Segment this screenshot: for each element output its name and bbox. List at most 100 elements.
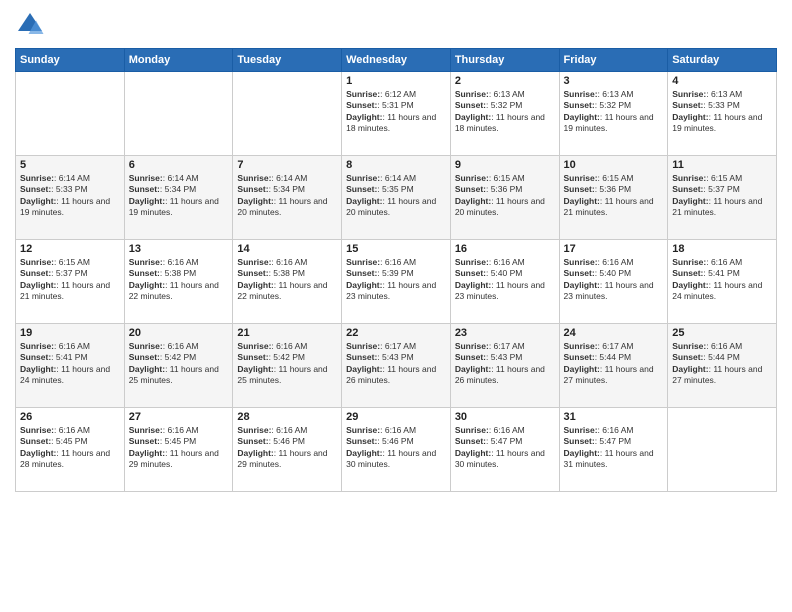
day-number: 22 bbox=[346, 327, 446, 339]
cell-line: Daylight:: 11 hours and 30 minutes. bbox=[455, 448, 545, 469]
cell-line: Sunrise:: 6:15 AM bbox=[564, 173, 634, 183]
cell-line: Sunrise:: 6:16 AM bbox=[20, 341, 90, 351]
cell-text: Sunrise:: 6:16 AMSunset:: 5:46 PMDayligh… bbox=[346, 425, 446, 471]
day-number: 13 bbox=[129, 243, 229, 255]
cell-line: Daylight:: 11 hours and 25 minutes. bbox=[129, 364, 219, 385]
cell-line: Sunset:: 5:33 PM bbox=[20, 184, 88, 194]
cell-line: Sunrise:: 6:16 AM bbox=[346, 257, 416, 267]
cell-line: Sunset:: 5:40 PM bbox=[455, 268, 523, 278]
cell-line: Sunset:: 5:45 PM bbox=[20, 436, 88, 446]
cell-text: Sunrise:: 6:14 AMSunset:: 5:34 PMDayligh… bbox=[237, 173, 337, 219]
day-number: 18 bbox=[672, 243, 772, 255]
day-number: 20 bbox=[129, 327, 229, 339]
cell-line: Sunrise:: 6:16 AM bbox=[237, 257, 307, 267]
cell-text: Sunrise:: 6:13 AMSunset:: 5:33 PMDayligh… bbox=[672, 89, 772, 135]
calendar-cell: 6Sunrise:: 6:14 AMSunset:: 5:34 PMDaylig… bbox=[124, 156, 233, 240]
calendar-cell: 22Sunrise:: 6:17 AMSunset:: 5:43 PMDayli… bbox=[342, 324, 451, 408]
cell-line: Sunset:: 5:45 PM bbox=[129, 436, 197, 446]
calendar-cell: 7Sunrise:: 6:14 AMSunset:: 5:34 PMDaylig… bbox=[233, 156, 342, 240]
cell-line: Sunset:: 5:36 PM bbox=[455, 184, 523, 194]
calendar-cell: 16Sunrise:: 6:16 AMSunset:: 5:40 PMDayli… bbox=[450, 240, 559, 324]
day-header-tuesday: Tuesday bbox=[233, 49, 342, 72]
day-number: 28 bbox=[237, 411, 337, 423]
calendar-cell: 17Sunrise:: 6:16 AMSunset:: 5:40 PMDayli… bbox=[559, 240, 668, 324]
page: SundayMondayTuesdayWednesdayThursdayFrid… bbox=[0, 0, 792, 612]
cell-text: Sunrise:: 6:14 AMSunset:: 5:35 PMDayligh… bbox=[346, 173, 446, 219]
week-row-4: 26Sunrise:: 6:16 AMSunset:: 5:45 PMDayli… bbox=[16, 408, 777, 492]
week-row-3: 19Sunrise:: 6:16 AMSunset:: 5:41 PMDayli… bbox=[16, 324, 777, 408]
cell-text: Sunrise:: 6:16 AMSunset:: 5:38 PMDayligh… bbox=[129, 257, 229, 303]
calendar-body: 1Sunrise:: 6:12 AMSunset:: 5:31 PMDaylig… bbox=[16, 72, 777, 492]
cell-line: Sunrise:: 6:16 AM bbox=[237, 341, 307, 351]
cell-text: Sunrise:: 6:14 AMSunset:: 5:34 PMDayligh… bbox=[129, 173, 229, 219]
calendar-cell: 11Sunrise:: 6:15 AMSunset:: 5:37 PMDayli… bbox=[668, 156, 777, 240]
cell-text: Sunrise:: 6:16 AMSunset:: 5:47 PMDayligh… bbox=[564, 425, 664, 471]
cell-line: Daylight:: 11 hours and 25 minutes. bbox=[237, 364, 327, 385]
cell-line: Sunrise:: 6:14 AM bbox=[20, 173, 90, 183]
cell-line: Daylight:: 11 hours and 19 minutes. bbox=[20, 196, 110, 217]
day-header-thursday: Thursday bbox=[450, 49, 559, 72]
day-number: 27 bbox=[129, 411, 229, 423]
cell-line: Sunrise:: 6:15 AM bbox=[672, 173, 742, 183]
cell-line: Sunset:: 5:34 PM bbox=[237, 184, 305, 194]
day-number: 21 bbox=[237, 327, 337, 339]
day-number: 23 bbox=[455, 327, 555, 339]
week-row-0: 1Sunrise:: 6:12 AMSunset:: 5:31 PMDaylig… bbox=[16, 72, 777, 156]
cell-line: Daylight:: 11 hours and 28 minutes. bbox=[20, 448, 110, 469]
cell-line: Sunset:: 5:44 PM bbox=[672, 352, 740, 362]
day-number: 16 bbox=[455, 243, 555, 255]
calendar-cell: 3Sunrise:: 6:13 AMSunset:: 5:32 PMDaylig… bbox=[559, 72, 668, 156]
cell-line: Sunset:: 5:40 PM bbox=[564, 268, 632, 278]
calendar-cell: 4Sunrise:: 6:13 AMSunset:: 5:33 PMDaylig… bbox=[668, 72, 777, 156]
cell-line: Daylight:: 11 hours and 30 minutes. bbox=[346, 448, 436, 469]
calendar-cell: 15Sunrise:: 6:16 AMSunset:: 5:39 PMDayli… bbox=[342, 240, 451, 324]
day-number: 17 bbox=[564, 243, 664, 255]
cell-line: Sunset:: 5:35 PM bbox=[346, 184, 414, 194]
calendar-cell: 23Sunrise:: 6:17 AMSunset:: 5:43 PMDayli… bbox=[450, 324, 559, 408]
day-number: 10 bbox=[564, 159, 664, 171]
cell-text: Sunrise:: 6:16 AMSunset:: 5:41 PMDayligh… bbox=[20, 341, 120, 387]
cell-text: Sunrise:: 6:16 AMSunset:: 5:41 PMDayligh… bbox=[672, 257, 772, 303]
day-header-monday: Monday bbox=[124, 49, 233, 72]
cell-line: Sunrise:: 6:14 AM bbox=[129, 173, 199, 183]
day-number: 5 bbox=[20, 159, 120, 171]
day-number: 25 bbox=[672, 327, 772, 339]
cell-line: Sunset:: 5:36 PM bbox=[564, 184, 632, 194]
cell-line: Sunrise:: 6:16 AM bbox=[129, 257, 199, 267]
cell-line: Daylight:: 11 hours and 22 minutes. bbox=[237, 280, 327, 301]
cell-line: Sunrise:: 6:16 AM bbox=[455, 257, 525, 267]
cell-line: Sunset:: 5:46 PM bbox=[346, 436, 414, 446]
calendar-cell: 8Sunrise:: 6:14 AMSunset:: 5:35 PMDaylig… bbox=[342, 156, 451, 240]
cell-line: Sunrise:: 6:16 AM bbox=[129, 425, 199, 435]
day-number: 2 bbox=[455, 75, 555, 87]
cell-line: Sunrise:: 6:16 AM bbox=[20, 425, 90, 435]
day-number: 19 bbox=[20, 327, 120, 339]
cell-text: Sunrise:: 6:16 AMSunset:: 5:45 PMDayligh… bbox=[20, 425, 120, 471]
calendar-cell bbox=[668, 408, 777, 492]
cell-line: Daylight:: 11 hours and 19 minutes. bbox=[129, 196, 219, 217]
day-number: 24 bbox=[564, 327, 664, 339]
cell-line: Daylight:: 11 hours and 26 minutes. bbox=[455, 364, 545, 385]
cell-text: Sunrise:: 6:16 AMSunset:: 5:45 PMDayligh… bbox=[129, 425, 229, 471]
header bbox=[15, 10, 777, 40]
cell-line: Sunrise:: 6:16 AM bbox=[672, 257, 742, 267]
cell-line: Sunset:: 5:46 PM bbox=[237, 436, 305, 446]
cell-line: Daylight:: 11 hours and 27 minutes. bbox=[672, 364, 762, 385]
cell-text: Sunrise:: 6:13 AMSunset:: 5:32 PMDayligh… bbox=[455, 89, 555, 135]
day-header-wednesday: Wednesday bbox=[342, 49, 451, 72]
cell-line: Daylight:: 11 hours and 24 minutes. bbox=[672, 280, 762, 301]
calendar-cell: 28Sunrise:: 6:16 AMSunset:: 5:46 PMDayli… bbox=[233, 408, 342, 492]
cell-text: Sunrise:: 6:16 AMSunset:: 5:44 PMDayligh… bbox=[672, 341, 772, 387]
cell-line: Sunset:: 5:37 PM bbox=[20, 268, 88, 278]
cell-line: Sunrise:: 6:17 AM bbox=[564, 341, 634, 351]
cell-line: Sunrise:: 6:15 AM bbox=[455, 173, 525, 183]
cell-line: Daylight:: 11 hours and 24 minutes. bbox=[20, 364, 110, 385]
cell-line: Sunset:: 5:47 PM bbox=[564, 436, 632, 446]
cell-line: Sunrise:: 6:16 AM bbox=[564, 425, 634, 435]
cell-text: Sunrise:: 6:17 AMSunset:: 5:43 PMDayligh… bbox=[346, 341, 446, 387]
day-header-saturday: Saturday bbox=[668, 49, 777, 72]
cell-text: Sunrise:: 6:17 AMSunset:: 5:43 PMDayligh… bbox=[455, 341, 555, 387]
cell-line: Daylight:: 11 hours and 20 minutes. bbox=[455, 196, 545, 217]
cell-line: Daylight:: 11 hours and 19 minutes. bbox=[564, 112, 654, 133]
calendar-cell: 31Sunrise:: 6:16 AMSunset:: 5:47 PMDayli… bbox=[559, 408, 668, 492]
